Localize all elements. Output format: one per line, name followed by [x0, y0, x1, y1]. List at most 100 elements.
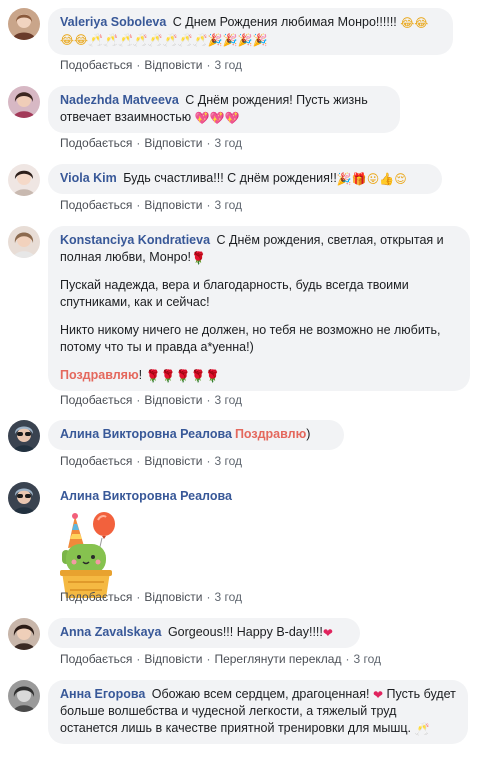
- comment-bubble: Konstanciya Kondratieva С Днём рождения,…: [48, 226, 470, 391]
- rose-icon: 🌹: [145, 369, 161, 383]
- comment-text: С Днем Рождения любимая Монро!!!!!!: [172, 15, 397, 29]
- comment-bubble: Анна Егорова Обожаю всем сердцем, драгоц…: [48, 680, 468, 744]
- see-translation-link[interactable]: Переглянути переклад: [214, 652, 341, 666]
- relieved-face-icon: 😌: [394, 172, 407, 186]
- comment-bubble: Valeriya Soboleva С Днем Рождения любима…: [48, 8, 453, 55]
- champagne-icon: 🥂: [103, 33, 118, 47]
- rose-icon: 🌹: [190, 369, 206, 383]
- comment-text: ): [306, 427, 311, 441]
- champagne-icon: 🥂: [177, 33, 193, 47]
- like-link[interactable]: Подобається: [60, 58, 132, 72]
- like-link[interactable]: Подобається: [60, 652, 132, 666]
- comment-author[interactable]: Valeriya Soboleva: [60, 15, 166, 29]
- party-popper-icon: 🎉: [237, 33, 253, 47]
- avatar[interactable]: [8, 618, 40, 650]
- congrats-link[interactable]: Поздравляю: [60, 368, 139, 382]
- comment-author[interactable]: Анна Егорова: [60, 687, 145, 701]
- reply-link[interactable]: Відповісти: [144, 454, 202, 468]
- champagne-icon: 🥂: [192, 33, 208, 47]
- separator: ·: [206, 136, 211, 150]
- comment-paragraph: Поздравляю! 🌹🌹🌹🌹🌹: [60, 367, 458, 384]
- laugh-icon: 😂: [400, 16, 415, 30]
- party-popper-icon: 🎉: [252, 33, 268, 47]
- comment-author[interactable]: Viola Kim: [60, 171, 117, 185]
- laugh-icon: 😂: [60, 33, 75, 47]
- comment-bubble: Viola Kim Будь счастлива!!! С днём рожде…: [48, 164, 442, 194]
- timestamp[interactable]: 3 год: [214, 393, 242, 407]
- avatar[interactable]: [8, 8, 40, 40]
- laugh-icon: 😂: [74, 33, 89, 47]
- congrats-link[interactable]: Поздравлю: [235, 427, 306, 441]
- timestamp[interactable]: 3 год: [214, 136, 242, 150]
- rose-icon: 🌹: [175, 369, 191, 383]
- comment-actions: Подобається · Відповісти · 3 год: [60, 590, 242, 604]
- reply-link[interactable]: Відповісти: [144, 198, 202, 212]
- avatar[interactable]: [8, 86, 40, 118]
- comment-text: !: [138, 368, 143, 382]
- separator: ·: [136, 198, 141, 212]
- separator: ·: [206, 652, 211, 666]
- timestamp[interactable]: 3 год: [214, 58, 242, 72]
- rose-icon: 🌹: [191, 251, 206, 265]
- timestamp[interactable]: 3 год: [353, 652, 381, 666]
- reply-link[interactable]: Відповісти: [144, 590, 202, 604]
- heart-icon: ❤: [372, 688, 384, 702]
- separator: ·: [206, 454, 211, 468]
- avatar[interactable]: [8, 420, 40, 452]
- separator: ·: [136, 590, 141, 604]
- comment-paragraph: Никто никому ничего не должен, но тебя н…: [60, 323, 441, 354]
- comment-author[interactable]: Anna Zavalskaya: [60, 625, 161, 639]
- reply-link[interactable]: Відповісти: [144, 393, 202, 407]
- timestamp[interactable]: 3 год: [214, 198, 242, 212]
- comment-author[interactable]: Алина Викторовна Реалова: [60, 427, 232, 441]
- separator: ·: [136, 454, 141, 468]
- separator: ·: [136, 58, 141, 72]
- timestamp[interactable]: 3 год: [214, 590, 242, 604]
- comment-actions: Подобається · Відповісти · 3 год: [60, 58, 242, 72]
- party-popper-icon: 🎉: [222, 33, 238, 47]
- like-link[interactable]: Подобається: [60, 454, 132, 468]
- comment-paragraph: Konstanciya Kondratieva С Днём рождения,…: [60, 232, 458, 266]
- champagne-icon: 🥂: [162, 33, 178, 47]
- comment-paragraph: Пускай надежда, вера и благодарность, бу…: [60, 278, 409, 309]
- avatar[interactable]: [8, 164, 40, 196]
- cactus-party-sticker-icon[interactable]: [56, 512, 136, 602]
- comment-actions: Подобається · Відповісти · 3 год: [60, 198, 242, 212]
- comment-actions: Подобається · Відповісти · 3 год: [60, 136, 242, 150]
- like-link[interactable]: Подобається: [60, 590, 132, 604]
- avatar[interactable]: [8, 226, 40, 258]
- sparkling-heart-icon: 💖: [194, 111, 210, 125]
- comment-bubble: Алина Викторовна Реалова: [48, 482, 308, 512]
- separator: ·: [136, 652, 141, 666]
- reply-link[interactable]: Відповісти: [144, 58, 202, 72]
- comment-text: Обожаю всем сердцем, драгоценная!: [151, 687, 370, 701]
- separator: ·: [136, 393, 141, 407]
- comment-actions: Подобається · Відповісти · 3 год: [60, 454, 242, 468]
- rose-icon: 🌹: [160, 369, 176, 383]
- comment-author[interactable]: Алина Викторовна Реалова: [60, 489, 232, 503]
- thumbs-up-icon: 👍: [379, 172, 395, 186]
- comment-author[interactable]: Konstanciya Kondratieva: [60, 233, 210, 247]
- like-link[interactable]: Подобається: [60, 198, 132, 212]
- timestamp[interactable]: 3 год: [214, 454, 242, 468]
- comment-bubble: Anna Zavalskaya Gorgeous!!! Happy B-day!…: [48, 618, 360, 648]
- comment-actions: Подобається · Відповісти · 3 год: [60, 393, 242, 407]
- comment-actions: Подобається · Відповісти · Переглянути перек…: [60, 652, 381, 666]
- gift-icon: 🎁: [351, 172, 367, 186]
- separator: ·: [136, 136, 141, 150]
- reply-link[interactable]: Відповісти: [144, 136, 202, 150]
- separator: ·: [206, 58, 211, 72]
- avatar[interactable]: [8, 482, 40, 514]
- comment-author[interactable]: Nadezhda Matveeva: [60, 93, 179, 107]
- champagne-icon: 🥂: [88, 33, 104, 47]
- laugh-icon: 😂: [414, 16, 429, 30]
- like-link[interactable]: Подобається: [60, 136, 132, 150]
- avatar[interactable]: [8, 680, 40, 712]
- separator: ·: [206, 590, 211, 604]
- reply-link[interactable]: Відповісти: [144, 652, 202, 666]
- comment-bubble: Nadezhda Matveeva С Днём рождения! Пусть…: [48, 86, 400, 133]
- champagne-icon: 🥂: [117, 33, 133, 47]
- like-link[interactable]: Подобається: [60, 393, 132, 407]
- champagne-icon: 🥂: [147, 33, 163, 47]
- comment-text: Будь счастлива!!! С днём рождения!!: [123, 171, 337, 185]
